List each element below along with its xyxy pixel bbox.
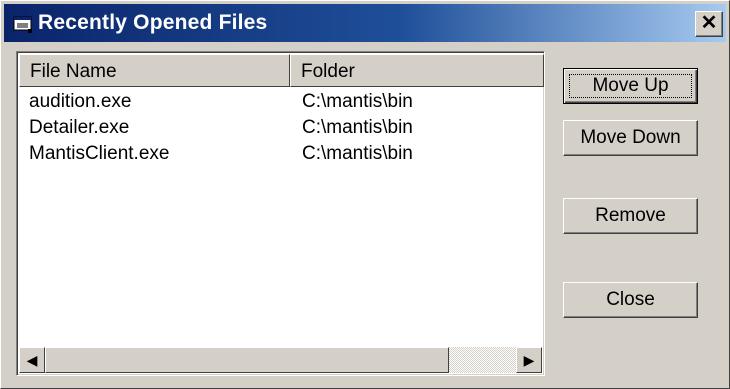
scrollbar-track[interactable]: [45, 347, 516, 373]
close-icon: ✕: [700, 12, 718, 34]
close-window-button[interactable]: ✕: [695, 11, 723, 37]
move-up-label: Move Up: [592, 75, 669, 96]
scroll-right-button[interactable]: ▶: [516, 347, 542, 373]
list-item[interactable]: audition.exe C:\mantis\bin: [19, 89, 542, 115]
list-item[interactable]: Detailer.exe C:\mantis\bin: [19, 115, 542, 141]
recent-files-list[interactable]: File Name Folder audition.exe C:\mantis\…: [16, 51, 545, 376]
close-label: Close: [606, 289, 655, 310]
column-header-folder[interactable]: Folder: [290, 54, 544, 87]
remove-button[interactable]: Remove: [563, 198, 698, 234]
file-name-cell: MantisClient.exe: [29, 143, 170, 164]
recent-files-dialog: Recently Opened Files ✕ File Name Folder…: [0, 0, 730, 389]
window-title: Recently Opened Files: [38, 11, 268, 34]
scrollbar-thumb[interactable]: [45, 347, 449, 373]
close-button[interactable]: Close: [563, 282, 698, 318]
list-header: File Name Folder: [19, 54, 544, 89]
scroll-right-arrow-icon: ▶: [523, 352, 535, 368]
move-up-button[interactable]: Move Up: [563, 68, 698, 104]
file-name-cell: Detailer.exe: [29, 117, 130, 138]
scroll-left-arrow-icon: ◀: [26, 352, 38, 368]
scroll-left-button[interactable]: ◀: [19, 347, 45, 373]
list-item[interactable]: MantisClient.exe C:\mantis\bin: [19, 141, 542, 167]
remove-label: Remove: [595, 205, 666, 226]
folder-window-icon: [13, 16, 32, 33]
title-bar[interactable]: Recently Opened Files ✕: [4, 4, 726, 42]
column-header-file-name[interactable]: File Name: [19, 54, 290, 87]
move-down-label: Move Down: [580, 127, 681, 148]
list-rows: audition.exe C:\mantis\bin Detailer.exe …: [19, 89, 542, 167]
file-name-cell: audition.exe: [29, 91, 132, 112]
folder-cell: C:\mantis\bin: [302, 117, 413, 138]
folder-cell: C:\mantis\bin: [302, 143, 413, 164]
horizontal-scrollbar[interactable]: ◀ ▶: [19, 347, 542, 373]
folder-cell: C:\mantis\bin: [302, 91, 413, 112]
move-down-button[interactable]: Move Down: [563, 120, 698, 156]
